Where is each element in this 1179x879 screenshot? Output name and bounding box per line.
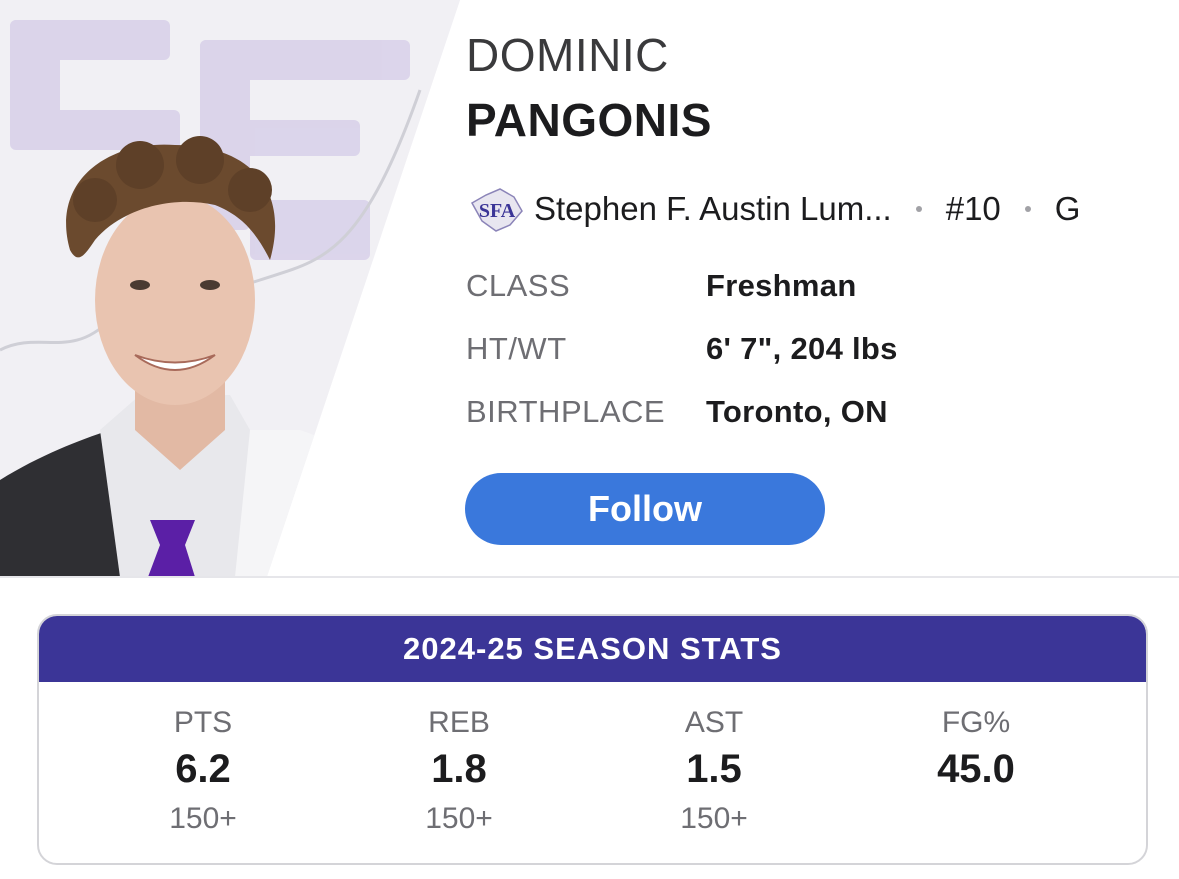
player-photo: [0, 0, 460, 577]
stat-rank: 150+: [169, 802, 237, 835]
stat-rank: 150+: [680, 802, 748, 835]
info-row-class: CLASS Freshman: [466, 268, 1066, 331]
jersey-number: #10: [945, 190, 1001, 227]
stat-label: AST: [684, 706, 744, 739]
info-label: BIRTHPLACE: [466, 394, 666, 429]
stat-ast: AST 1.5 150+: [604, 704, 824, 840]
player-first-name: DOMINIC: [466, 29, 669, 81]
separator-dot: [1024, 206, 1031, 212]
info-label: HT/WT: [466, 331, 567, 366]
player-header: DOMINIC PANGONIS SFA Stephen F. Austin L…: [0, 0, 1179, 577]
info-label: CLASS: [466, 268, 571, 303]
stat-label: REB: [428, 706, 490, 739]
section-divider: [0, 576, 1179, 578]
player-photo-art: [0, 0, 460, 577]
stat-value: 1.5: [686, 747, 742, 791]
team-logo-icon[interactable]: SFA: [466, 181, 528, 237]
stat-value: 45.0: [937, 747, 1015, 791]
info-row-height-weight: HT/WT 6' 7", 204 lbs: [466, 331, 1066, 394]
player-profile-page: DOMINIC PANGONIS SFA Stephen F. Austin L…: [0, 0, 1179, 879]
info-value: Toronto, ON: [706, 394, 888, 429]
stats-title: 2024-25 SEASON STATS: [39, 616, 1146, 682]
info-value: 6' 7", 204 lbs: [706, 331, 898, 366]
stat-reb: REB 1.8 150+: [349, 704, 569, 840]
stats-grid: PTS 6.2 150+ REB 1.8 150+ AST 1.5 150+ F…: [39, 682, 1146, 863]
separator-dot: [915, 206, 922, 212]
stat-rank: 150+: [425, 802, 493, 835]
stat-pts: PTS 6.2 150+: [93, 704, 313, 840]
stat-label: FG%: [941, 706, 1011, 739]
player-position: G: [1054, 190, 1081, 227]
stat-fg-pct: FG% 45.0: [866, 704, 1086, 840]
follow-button[interactable]: Follow: [465, 473, 825, 545]
stat-value: 1.8: [431, 747, 487, 791]
team-name-link[interactable]: Stephen F. Austin Lum...: [534, 190, 892, 228]
team-info-row: SFA Stephen F. Austin Lum... #10 G: [466, 178, 1156, 240]
stat-label: PTS: [173, 706, 233, 739]
stat-value: 6.2: [175, 747, 231, 791]
season-stats-card[interactable]: 2024-25 SEASON STATS PTS 6.2 150+ REB 1.…: [37, 614, 1148, 865]
player-last-name: PANGONIS: [466, 94, 712, 146]
player-info-table: CLASS Freshman HT/WT 6' 7", 204 lbs BIRT…: [466, 268, 1066, 457]
svg-text:SFA: SFA: [479, 200, 516, 222]
stat-rank: [866, 798, 1086, 840]
info-value: Freshman: [706, 268, 857, 303]
info-row-birthplace: BIRTHPLACE Toronto, ON: [466, 394, 1066, 457]
